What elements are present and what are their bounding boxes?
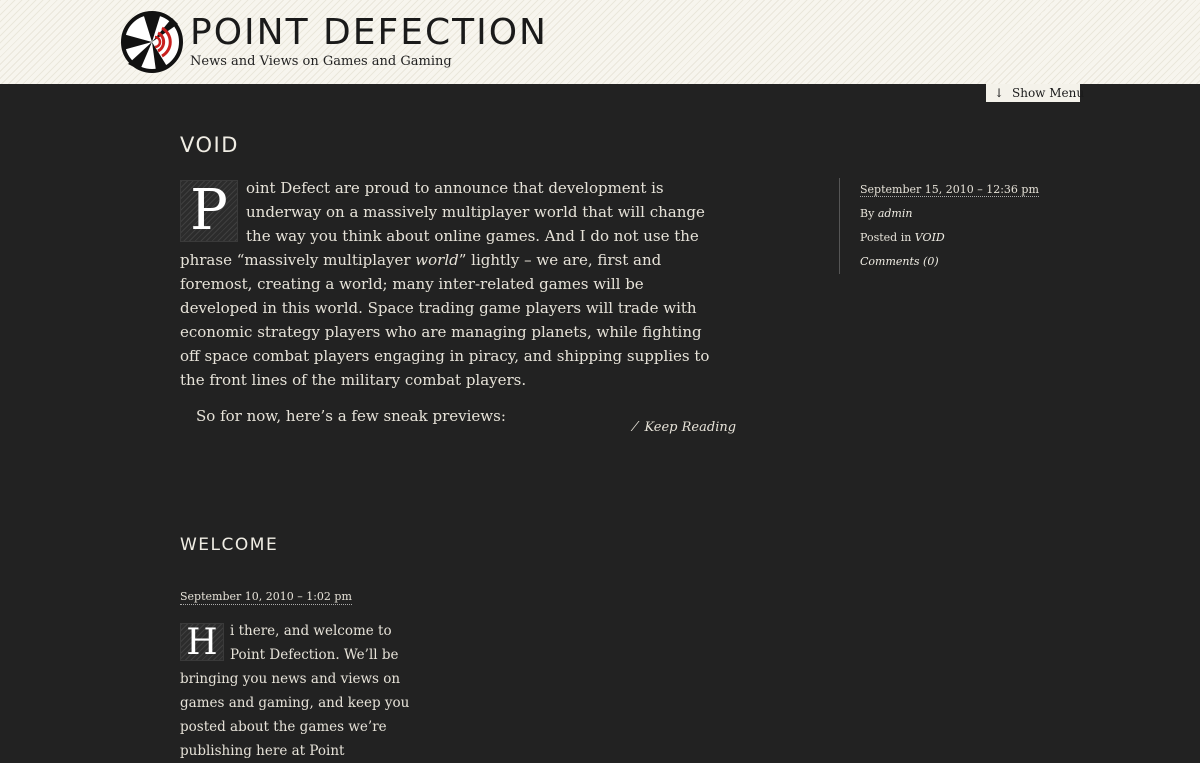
post-title-welcome[interactable]: WELCOME: [180, 535, 278, 555]
keep-reading-label: Keep Reading: [644, 420, 737, 435]
site-header: POINT DEFECTION News and Views on Games …: [0, 0, 1200, 84]
dropcap: H: [180, 623, 224, 662]
site-tagline: News and Views on Games and Gaming: [190, 54, 452, 69]
author-link[interactable]: admin: [878, 207, 913, 220]
comments-link[interactable]: Comments (0): [860, 255, 939, 268]
slash-icon: ⁄: [634, 420, 637, 435]
post-paragraph: Hi there, and welcome to Point Defection…: [180, 619, 426, 763]
post-title-void[interactable]: VOID: [180, 133, 239, 157]
down-arrow-icon: ↓: [994, 86, 1005, 100]
site-title[interactable]: POINT DEFECTION: [190, 12, 548, 53]
post-text: ” lightly – we are, first and foremost, …: [180, 251, 710, 389]
show-menu-button[interactable]: ↓ Show Menu: [986, 84, 1084, 102]
show-menu-label: Show Menu: [1012, 86, 1085, 100]
post-text-emphasis: world: [415, 251, 459, 269]
logo-icon[interactable]: [120, 10, 184, 74]
post-excerpt-void: Point Defect are proud to announce that …: [180, 176, 720, 428]
post-date[interactable]: September 10, 2010 – 1:02 pm: [180, 590, 352, 605]
by-label: By: [860, 207, 875, 220]
post-excerpt-welcome: Hi there, and welcome to Point Defection…: [180, 619, 426, 763]
post-meta: September 15, 2010 – 12:36 pm By admin P…: [839, 178, 1039, 274]
category-link[interactable]: VOID: [915, 231, 945, 244]
post-paragraph: Point Defect are proud to announce that …: [180, 176, 720, 392]
dropcap: P: [180, 180, 238, 242]
post-date[interactable]: September 15, 2010 – 12:36 pm: [860, 183, 1039, 197]
keep-reading-link[interactable]: ⁄ Keep Reading: [634, 420, 736, 435]
posted-in-label: Posted in: [860, 231, 912, 244]
